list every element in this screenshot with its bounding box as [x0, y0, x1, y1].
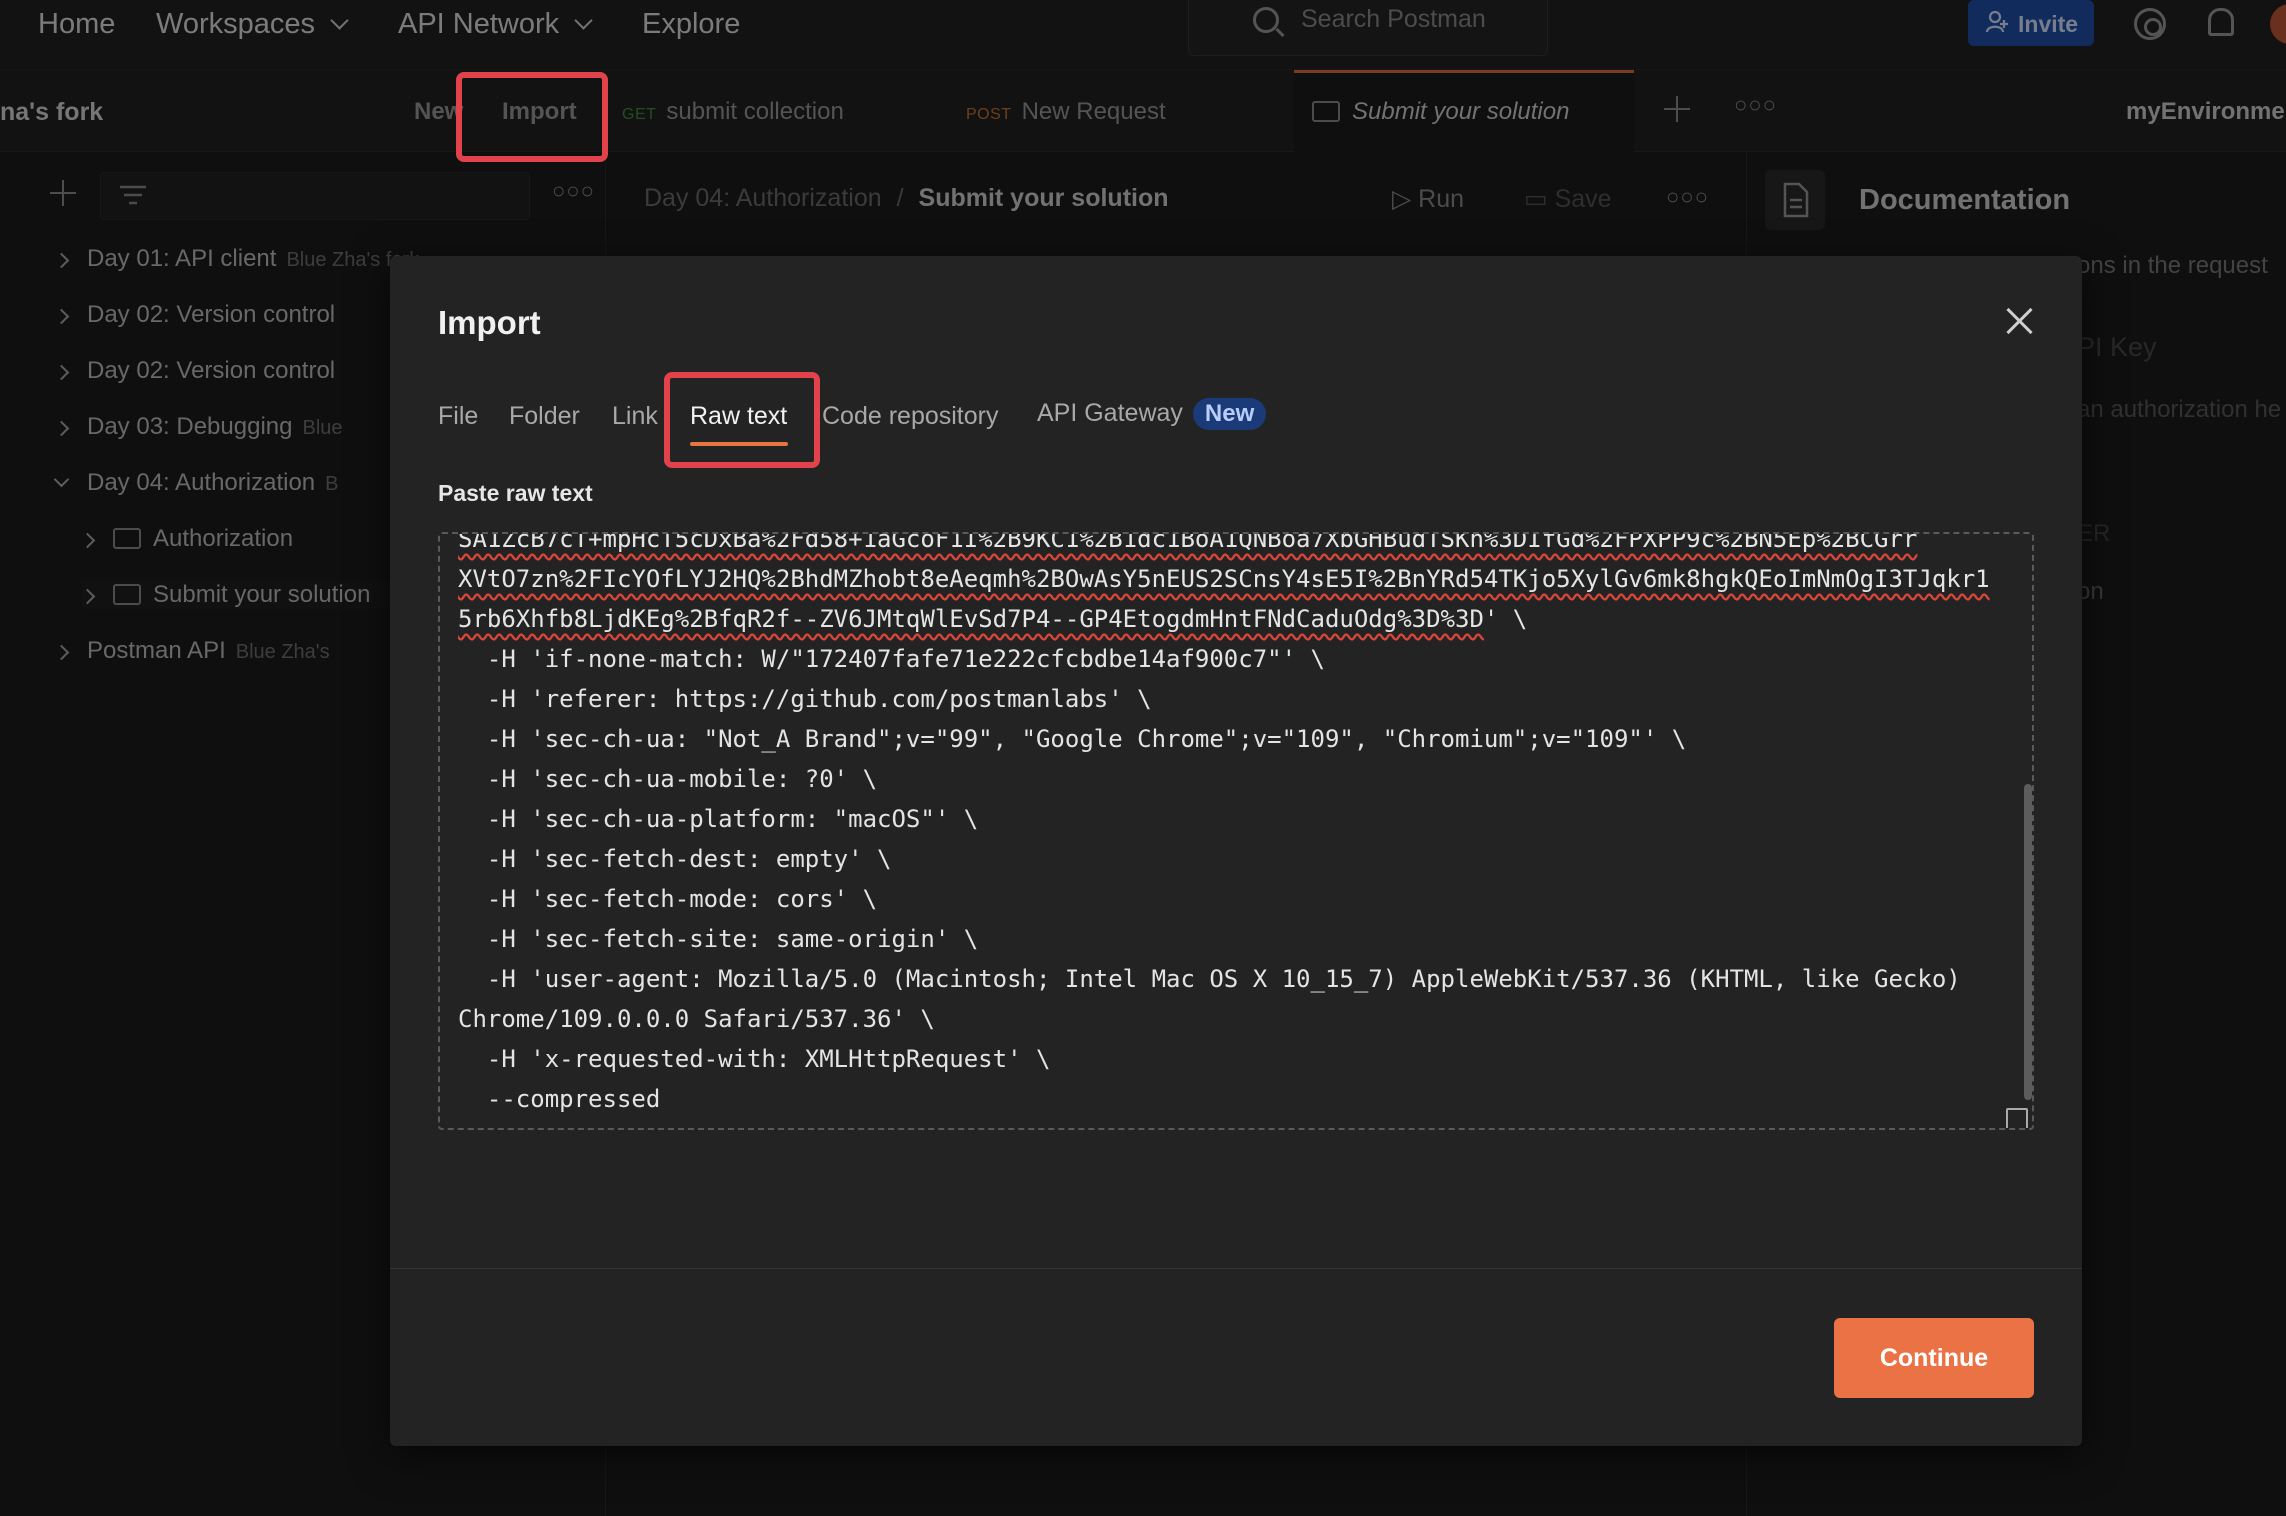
code-line-text: 5rb6Xhfb8LjdKEg%2BfqR2f--ZV6JMtqWlEvSd7P…	[458, 605, 1484, 633]
code-line: Chrome/109.0.0.0 Safari/537.36' \	[458, 999, 1988, 1039]
code-line-text: -H 'sec-ch-ua: "Not_A Brand";v="99", "Go…	[458, 725, 1687, 753]
code-line-suffix: ' \	[1483, 605, 1528, 633]
textarea-scrollbar[interactable]	[2024, 784, 2032, 1100]
continue-button[interactable]: Continue	[1834, 1318, 2034, 1398]
import-highlight-box	[456, 72, 608, 162]
modal-divider	[390, 1268, 2082, 1269]
code-line: -H 'x-requested-with: XMLHttpRequest' \	[458, 1039, 1988, 1079]
code-line-text: --compressed	[458, 1085, 661, 1113]
code-line-text: -H 'sec-ch-ua-mobile: ?0' \	[458, 765, 878, 793]
code-line-text: -H 'sec-fetch-mode: cors' \	[458, 885, 878, 913]
code-line-text: XVtO7zn%2FIcYOfLYJ2HQ%2BhdMZhobt8eAeqmh%…	[458, 565, 1990, 593]
tab-link[interactable]: Link	[612, 402, 658, 431]
code-line-text: -H 'referer: https://github.com/postmanl…	[458, 685, 1152, 713]
tab-code-repository[interactable]: Code repository	[822, 402, 998, 431]
code-line-text: -H 'sec-fetch-dest: empty' \	[458, 845, 892, 873]
new-badge: New	[1192, 398, 1267, 430]
tab-api-gateway-label: API Gateway	[1037, 399, 1183, 427]
code-line-text: -H 'sec-fetch-site: same-origin' \	[458, 925, 979, 953]
tab-folder[interactable]: Folder	[509, 402, 580, 431]
tab-api-gateway[interactable]: API Gateway New	[1037, 398, 1267, 430]
raw-text-textarea[interactable]: SA1ZcB7cT+mpHcT5cDxBa%2Fd58+1aGcoF1I%2B9…	[438, 532, 2034, 1130]
code-line: -H 'sec-ch-ua: "Not_A Brand";v="99", "Go…	[458, 719, 1988, 759]
code-line-text: -H 'user-agent: Mozilla/5.0 (Macintosh; …	[458, 965, 1961, 993]
code-line: -H 'sec-fetch-site: same-origin' \	[458, 919, 1988, 959]
code-line: XVtO7zn%2FIcYOfLYJ2HQ%2BhdMZhobt8eAeqmh%…	[458, 559, 1990, 599]
code-line-text: -H 'x-requested-with: XMLHttpRequest' \	[458, 1045, 1051, 1073]
postman-app: Home Workspaces API Network Explore Sear…	[0, 0, 2286, 1516]
resize-handle[interactable]	[2006, 1108, 2028, 1128]
code-line-text: Chrome/109.0.0.0 Safari/537.36' \	[458, 1005, 935, 1033]
code-line: 5rb6Xhfb8LjdKEg%2BfqR2f--ZV6JMtqWlEvSd7P…	[458, 599, 1988, 639]
raw-text-highlight-box	[664, 372, 820, 468]
code-line: -H 'sec-ch-ua-mobile: ?0' \	[458, 759, 1988, 799]
code-line-text: SA1ZcB7cT+mpHcT5cDxBa%2Fd58+1aGcoF1I%2B9…	[458, 532, 1918, 553]
code-line-text: -H 'sec-ch-ua-platform: "macOS"' \	[458, 805, 979, 833]
code-line-text: -H 'if-none-match: W/"172407fafe71e222cf…	[458, 645, 1325, 673]
modal-title: Import	[438, 304, 541, 341]
tab-file[interactable]: File	[438, 402, 478, 431]
code-line: -H 'sec-fetch-dest: empty' \	[458, 839, 1988, 879]
code-line: -H 'sec-fetch-mode: cors' \	[458, 879, 1988, 919]
code-line: --compressed	[458, 1079, 1988, 1119]
code-line: -H 'user-agent: Mozilla/5.0 (Macintosh; …	[458, 959, 1988, 999]
code-line: -H 'if-none-match: W/"172407fafe71e222cf…	[458, 639, 1988, 679]
code-line: -H 'sec-ch-ua-platform: "macOS"' \	[458, 799, 1988, 839]
close-icon[interactable]	[2004, 306, 2034, 336]
code-line: SA1ZcB7cT+mpHcT5cDxBa%2Fd58+1aGcoF1I%2B9…	[458, 532, 1988, 559]
code-line: -H 'referer: https://github.com/postmanl…	[458, 679, 1988, 719]
paste-raw-text-label: Paste raw text	[438, 480, 593, 506]
raw-text-content: SA1ZcB7cT+mpHcT5cDxBa%2Fd58+1aGcoF1I%2B9…	[458, 532, 1990, 1119]
import-modal: Import File Folder Link Raw text Code re…	[390, 256, 2082, 1446]
